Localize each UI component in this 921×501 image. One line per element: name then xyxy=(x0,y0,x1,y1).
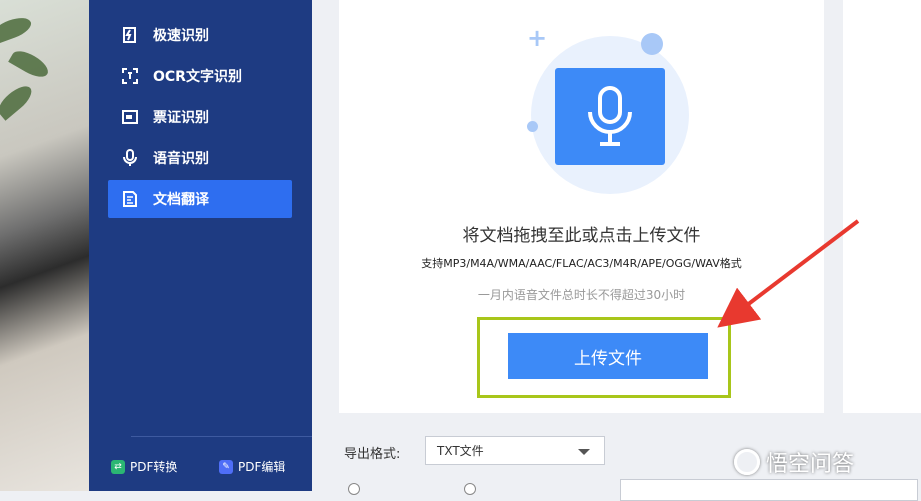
sidebar-item-label: 票证识别 xyxy=(153,110,209,126)
supported-formats: 支持MP3/M4A/WMA/AAC/FLAC/AC3/M4R/APE/OGG/W… xyxy=(421,257,742,270)
chevron-down-icon xyxy=(578,449,590,455)
sidebar-item-label: 极速识别 xyxy=(153,28,209,44)
duration-limit: 一月内语音文件总时长不得超过30小时 xyxy=(477,288,686,302)
sidebar-item-label: OCR文字识别 xyxy=(153,69,242,85)
ticket-icon xyxy=(120,107,140,127)
output-dir-row xyxy=(344,483,480,495)
export-format-label: 导出格式: xyxy=(344,447,401,462)
sidebar-item-doc-translate[interactable]: 文档翻译 xyxy=(108,180,292,218)
radio-option[interactable] xyxy=(348,483,360,495)
document-translate-icon xyxy=(120,189,140,209)
pdf-convert-label: PDF转换 xyxy=(130,460,178,474)
watermark-logo-icon xyxy=(734,449,760,475)
background-photo xyxy=(0,0,89,491)
leaf-decoration xyxy=(0,13,34,45)
drop-title: 将文档拖拽至此或点击上传文件 xyxy=(462,226,701,246)
sidebar-item-speed-recognition[interactable]: 极速识别 xyxy=(108,16,292,54)
side-card xyxy=(843,0,921,413)
sidebar-divider xyxy=(131,436,317,437)
export-format-value: TXT文件 xyxy=(437,444,484,458)
pdf-edit-label: PDF编辑 xyxy=(238,460,286,474)
sidebar-item-label: 文档翻译 xyxy=(153,192,209,208)
pdf-convert-icon: ⇄ xyxy=(111,459,125,474)
sidebar-item-label: 语音识别 xyxy=(153,151,209,167)
upload-drop-zone[interactable]: + 将文档拖拽至此或点击上传文件 支持MP3/M4A/WMA/AAC/FLAC/… xyxy=(339,0,824,413)
leaf-decoration xyxy=(0,81,37,121)
sidebar-item-voice[interactable]: 语音识别 xyxy=(108,139,292,177)
illustration-dot xyxy=(641,33,663,55)
main-panel: + 将文档拖拽至此或点击上传文件 支持MP3/M4A/WMA/AAC/FLAC/… xyxy=(312,0,921,501)
output-path-input[interactable] xyxy=(620,479,918,501)
sidebar: 极速识别 OCR文字识别 票证识别 语音识别 文档翻译 ⇄ PDF转换 ✎ PD… xyxy=(89,0,317,491)
export-format-select[interactable]: TXT文件 xyxy=(425,436,605,465)
upload-file-button[interactable]: 上传文件 xyxy=(508,333,708,379)
radio-option[interactable] xyxy=(464,483,476,495)
sidebar-item-ocr[interactable]: OCR文字识别 xyxy=(108,57,292,95)
leaf-decoration xyxy=(8,46,52,82)
microphone-icon xyxy=(120,148,140,168)
microphone-icon xyxy=(555,68,665,165)
speed-icon xyxy=(120,25,140,45)
ocr-scan-icon xyxy=(120,66,140,86)
pdf-edit-link[interactable]: ✎ PDF编辑 xyxy=(219,458,285,475)
illustration-dot xyxy=(527,121,538,132)
pdf-edit-icon: ✎ xyxy=(219,459,233,474)
plus-icon: + xyxy=(527,24,548,52)
pdf-convert-link[interactable]: ⇄ PDF转换 xyxy=(111,458,177,475)
watermark-text: 悟空问答 xyxy=(766,452,855,477)
sidebar-item-ticket[interactable]: 票证识别 xyxy=(108,98,292,136)
watermark: 悟空问答 xyxy=(734,446,854,478)
